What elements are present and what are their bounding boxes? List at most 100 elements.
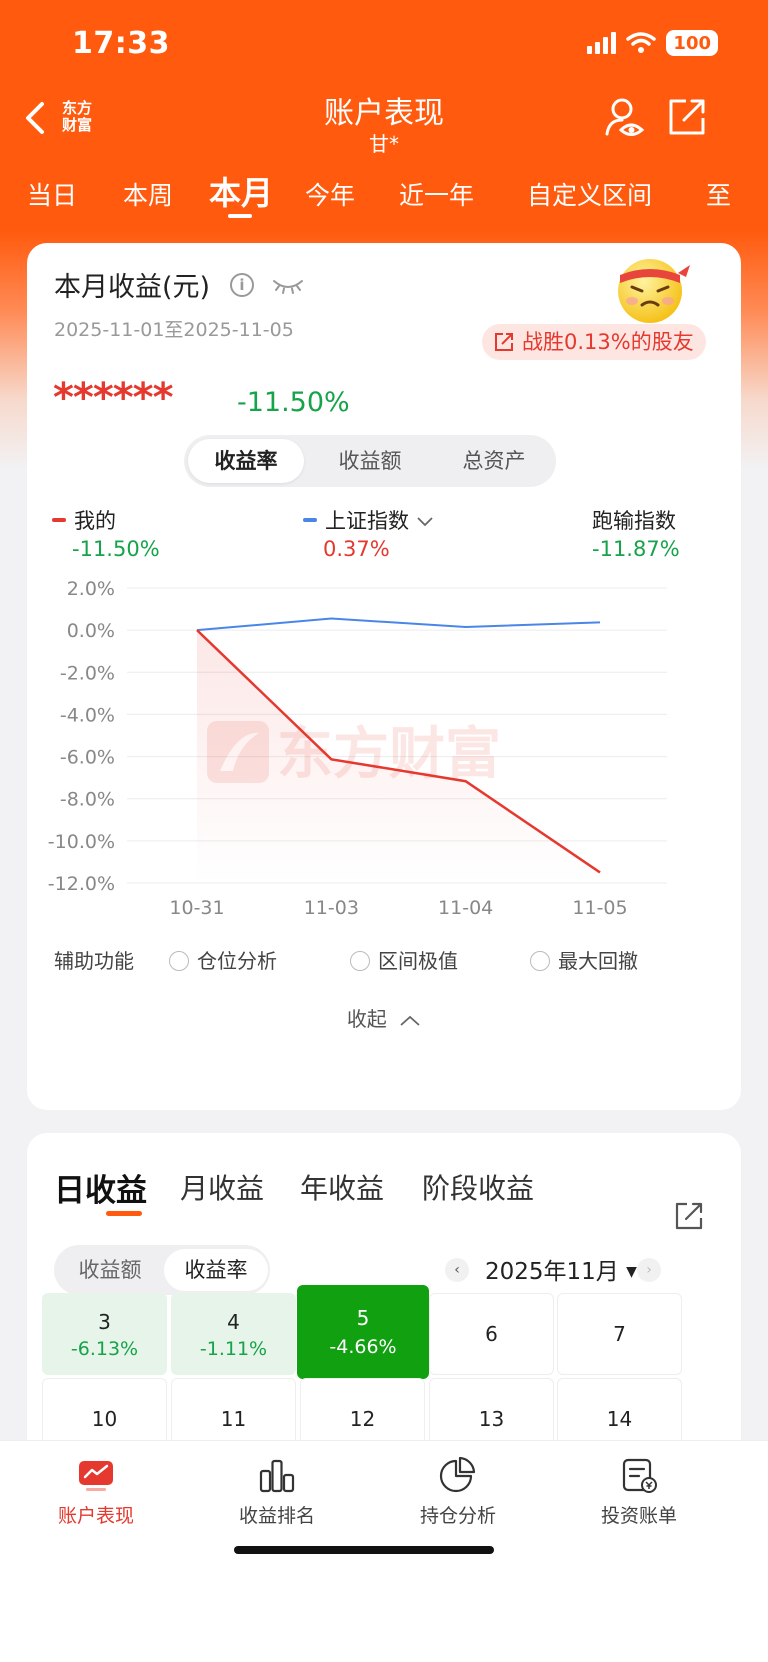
tab-last-year[interactable]: 近一年 bbox=[399, 176, 474, 212]
calendar-day-cell-selected[interactable]: 5 -4.66% bbox=[297, 1285, 429, 1379]
beat-friends-badge[interactable]: 战胜0.13%的股友 bbox=[482, 324, 706, 360]
nav-label: 账户表现 bbox=[57, 1505, 134, 1527]
performance-card: 本月收益(元) i 2025-11-01至2025-11-05 战胜0.13%的… bbox=[27, 243, 741, 1110]
legend-diff-label: 跑输指数 bbox=[592, 509, 676, 533]
nav-holding-analysis[interactable]: 持仓分析 bbox=[362, 1441, 554, 1551]
battery-icon: 100 bbox=[666, 30, 718, 56]
aux-max-drawdown[interactable]: 最大回撤 bbox=[530, 945, 638, 974]
pie-chart-icon bbox=[439, 1456, 476, 1493]
collapse-button[interactable]: 收起 bbox=[27, 1003, 741, 1032]
tab-custom-range[interactable]: 自定义区间 bbox=[527, 176, 652, 212]
user-privacy-icon[interactable] bbox=[604, 96, 646, 138]
status-time: 17:33 bbox=[72, 26, 170, 61]
y-tick-label: -4.0% bbox=[60, 704, 115, 726]
caret-down-icon: ▼ bbox=[626, 1264, 637, 1280]
y-tick-label: -6.0% bbox=[60, 747, 115, 769]
nav-investment-bill[interactable]: 投资账单 bbox=[543, 1441, 735, 1551]
calendar-day-cell[interactable]: 6 bbox=[429, 1293, 554, 1375]
bill-icon bbox=[622, 1458, 657, 1493]
calendar-day: 6 bbox=[485, 1322, 498, 1346]
chevron-down-icon bbox=[417, 517, 433, 527]
info-icon[interactable]: i bbox=[230, 273, 254, 297]
nav-label: 投资账单 bbox=[600, 1505, 677, 1527]
share-icon[interactable] bbox=[666, 96, 708, 138]
y-tick-label: 2.0% bbox=[67, 578, 115, 600]
tab-yearly-returns[interactable]: 年收益 bbox=[300, 1167, 384, 1207]
nav-label: 持仓分析 bbox=[419, 1505, 496, 1527]
y-tick-label: 0.0% bbox=[67, 620, 115, 642]
calendar-amount[interactable]: 收益额 bbox=[58, 1249, 162, 1291]
return-rate: -11.50% bbox=[237, 387, 350, 418]
aux-option-label: 仓位分析 bbox=[197, 949, 277, 973]
series-line-index bbox=[196, 617, 601, 632]
tab-monthly-returns[interactable]: 月收益 bbox=[180, 1167, 264, 1207]
calendar-day: 3 bbox=[98, 1310, 111, 1334]
return-line-chart[interactable]: 2.0% 0.0% -2.0% -4.0% -6.0% -8.0% -10.0% -12.0%… bbox=[27, 573, 741, 933]
beat-text: 战胜0.13%的股友 bbox=[522, 330, 694, 354]
legend-index[interactable]: 上证指数 bbox=[303, 505, 434, 535]
x-tick-label: 11-04 bbox=[438, 897, 493, 919]
aux-option-label: 最大回撤 bbox=[558, 949, 638, 973]
chevron-up-icon bbox=[400, 1015, 420, 1026]
calendar-day: 14 bbox=[606, 1407, 633, 1431]
x-tick-label: 11-03 bbox=[304, 897, 359, 919]
legend-index-swatch bbox=[303, 518, 317, 522]
account-name: 甘* bbox=[369, 132, 399, 156]
calendar-day: 5 bbox=[356, 1306, 370, 1330]
aux-option-label: 区间极值 bbox=[378, 949, 458, 973]
collapse-label: 收起 bbox=[346, 1007, 387, 1031]
app-header: 东方 财富 账户表现 甘* bbox=[0, 88, 768, 158]
calendar-day: 4 bbox=[227, 1310, 240, 1334]
next-month-icon[interactable]: › bbox=[637, 1258, 661, 1282]
legend-mine-swatch bbox=[52, 518, 66, 522]
status-icons: 100 bbox=[587, 30, 718, 56]
month-selector[interactable]: 2025年11月 ▼ bbox=[485, 1252, 637, 1286]
share-small-icon bbox=[495, 333, 513, 351]
hide-eye-icon[interactable] bbox=[272, 273, 304, 297]
calendar-day: 10 bbox=[91, 1407, 118, 1431]
calendar-day-return: -4.66% bbox=[329, 1336, 397, 1358]
calendar-day: 7 bbox=[613, 1322, 626, 1346]
legend-mine-value: -11.50% bbox=[72, 537, 160, 561]
metric-amount[interactable]: 收益额 bbox=[312, 439, 428, 483]
date-range: 2025-11-01至2025-11-05 bbox=[54, 319, 294, 341]
radio-icon bbox=[169, 950, 189, 971]
aux-position-analysis[interactable]: 仓位分析 bbox=[169, 945, 277, 974]
calendar-day-cell[interactable]: 7 bbox=[557, 1293, 682, 1375]
calendar-day-return: -1.11% bbox=[199, 1338, 268, 1360]
metric-rate[interactable]: 收益率 bbox=[188, 439, 304, 483]
radio-icon bbox=[350, 950, 370, 971]
tab-stage-returns[interactable]: 阶段收益 bbox=[422, 1167, 534, 1207]
tab-daily-returns[interactable]: 日收益 bbox=[54, 1165, 147, 1210]
tab-today[interactable]: 当日 bbox=[27, 176, 77, 212]
y-tick-label: -2.0% bbox=[60, 662, 115, 684]
calendar-day-return: -6.13% bbox=[70, 1338, 139, 1360]
x-tick-label: 11-05 bbox=[572, 897, 627, 919]
tab-month[interactable]: 本月 bbox=[209, 168, 273, 214]
prev-month-icon[interactable]: ‹ bbox=[445, 1258, 469, 1282]
nav-account-performance[interactable]: 账户表现 bbox=[0, 1441, 192, 1551]
calendar-day: 12 bbox=[349, 1407, 376, 1431]
legend-mine: 我的 bbox=[52, 505, 116, 535]
legend-index-value: 0.37% bbox=[323, 537, 390, 561]
month-label: 2025年11月 bbox=[485, 1259, 619, 1285]
calendar-rate[interactable]: 收益率 bbox=[164, 1249, 268, 1291]
y-tick-label: -10.0% bbox=[48, 831, 115, 853]
tab-underline bbox=[228, 214, 252, 218]
calendar-metric-toggle: 收益额 收益率 bbox=[54, 1245, 270, 1295]
aux-range-extremes[interactable]: 区间极值 bbox=[350, 945, 458, 974]
tab-more[interactable]: 至 bbox=[706, 176, 731, 212]
x-tick-label: 10-31 bbox=[169, 897, 224, 919]
tab-week[interactable]: 本周 bbox=[123, 176, 173, 212]
share-icon[interactable] bbox=[674, 1201, 704, 1231]
calendar-day-cell[interactable]: 3 -6.13% bbox=[42, 1293, 167, 1375]
legend-mine-label: 我的 bbox=[74, 509, 116, 533]
returns-tabs: 日收益 月收益 年收益 阶段收益 bbox=[54, 1165, 714, 1230]
calendar-day-cell[interactable]: 4 -1.11% bbox=[171, 1293, 296, 1375]
tab-year[interactable]: 今年 bbox=[305, 176, 355, 212]
metric-total-assets[interactable]: 总资产 bbox=[436, 439, 552, 483]
home-indicator bbox=[234, 1546, 494, 1554]
legend-index-label: 上证指数 bbox=[325, 509, 409, 533]
period-tabs: 当日 本周 本月 今年 近一年 自定义区间 至 bbox=[0, 168, 768, 224]
nav-return-ranking[interactable]: 收益排名 bbox=[181, 1441, 373, 1551]
